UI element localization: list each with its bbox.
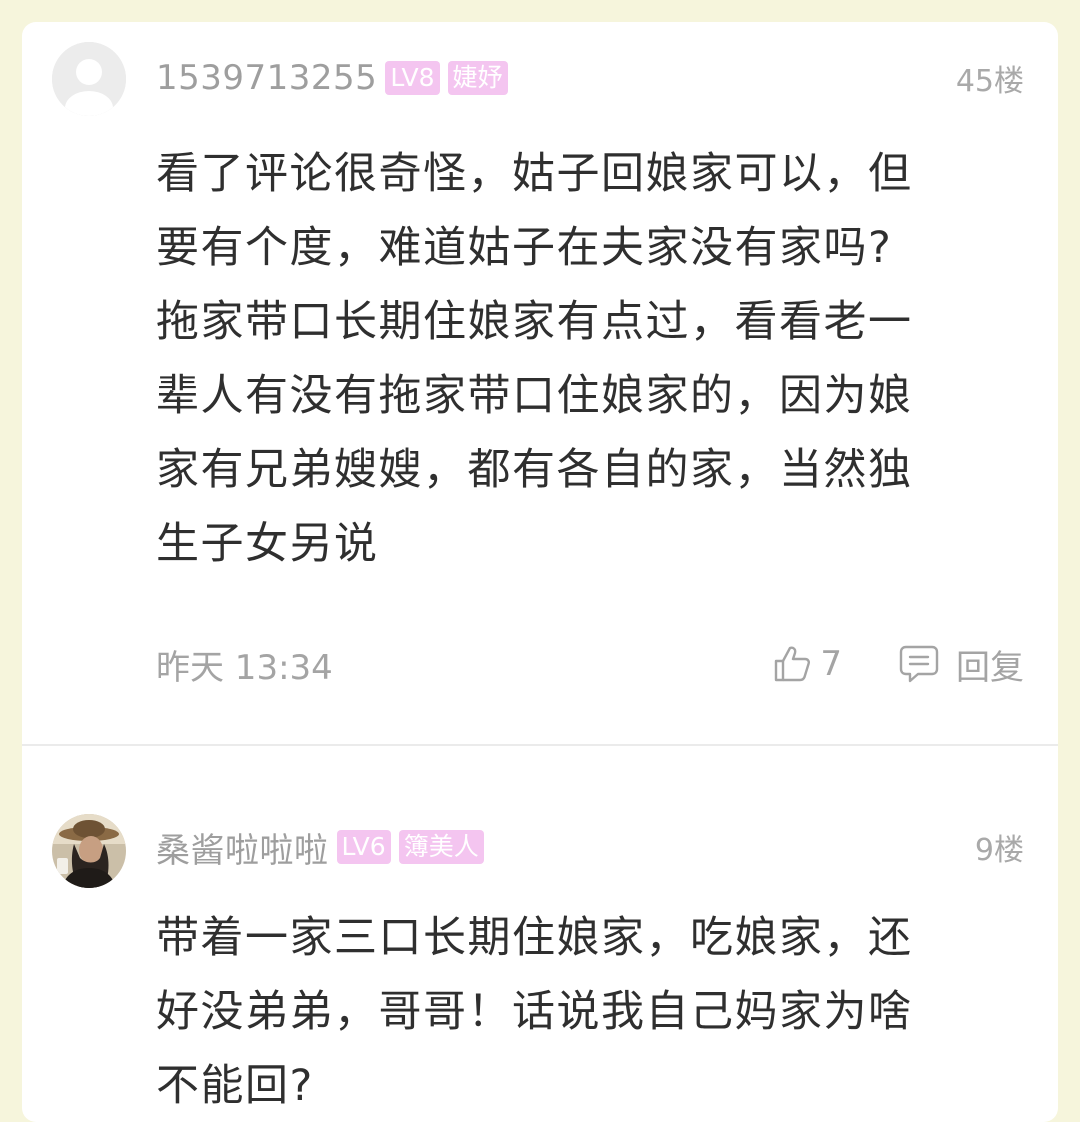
- reply-button[interactable]: 回复: [898, 640, 1024, 689]
- default-avatar-graphic: [52, 42, 126, 116]
- comment-bubble-icon: [899, 645, 939, 683]
- comment-item: 桑酱啦啦啦 LV6 簿美人 9楼 带着一家三口长期住娘家，吃娘家，还 好没弟弟，…: [22, 746, 1058, 1122]
- like-button[interactable]: 7: [772, 644, 842, 684]
- comment-footer: 昨天 13:34 7 回复: [156, 634, 1024, 694]
- default-avatar-icon[interactable]: [52, 42, 126, 116]
- comment-header: 1539713255 LV8 婕妤 45楼: [156, 48, 1024, 108]
- comment-content: 带着一家三口长期住娘家，吃娘家，还 好没弟弟，哥哥！话说我自己妈家为啥 不能回?: [156, 913, 913, 1111]
- comment-item: 1539713255 LV8 婕妤 45楼 看了评论很奇怪，姑子回娘家可以，但 …: [22, 22, 1058, 744]
- thumbs-up-icon: [775, 646, 811, 682]
- photo-avatar[interactable]: [52, 814, 126, 888]
- floor-number: 45楼: [955, 64, 1024, 99]
- title-badge: 婕妤: [447, 61, 508, 95]
- comment-header: 桑酱啦啦啦 LV6 簿美人 9楼: [156, 817, 1024, 877]
- username[interactable]: 1539713255: [156, 58, 377, 98]
- comment-card: 1539713255 LV8 婕妤 45楼 看了评论很奇怪，姑子回娘家可以，但 …: [22, 22, 1058, 1122]
- comment-time: 昨天 13:34: [156, 647, 333, 688]
- floor-number: 9楼: [974, 833, 1024, 868]
- comment-actions: 7 回复: [772, 640, 1024, 689]
- photo-avatar-graphic: [52, 814, 126, 888]
- level-badge: LV8: [385, 61, 440, 95]
- like-count: 7: [820, 644, 842, 684]
- level-badge: LV6: [336, 830, 391, 864]
- comment-content: 看了评论很奇怪，姑子回娘家可以，但 要有个度，难道姑子在夫家没有家吗? 拖家带口…: [156, 149, 913, 569]
- title-badge: 簿美人: [398, 830, 484, 864]
- reply-label: 回复: [956, 647, 1024, 688]
- username[interactable]: 桑酱啦啦啦: [156, 823, 329, 872]
